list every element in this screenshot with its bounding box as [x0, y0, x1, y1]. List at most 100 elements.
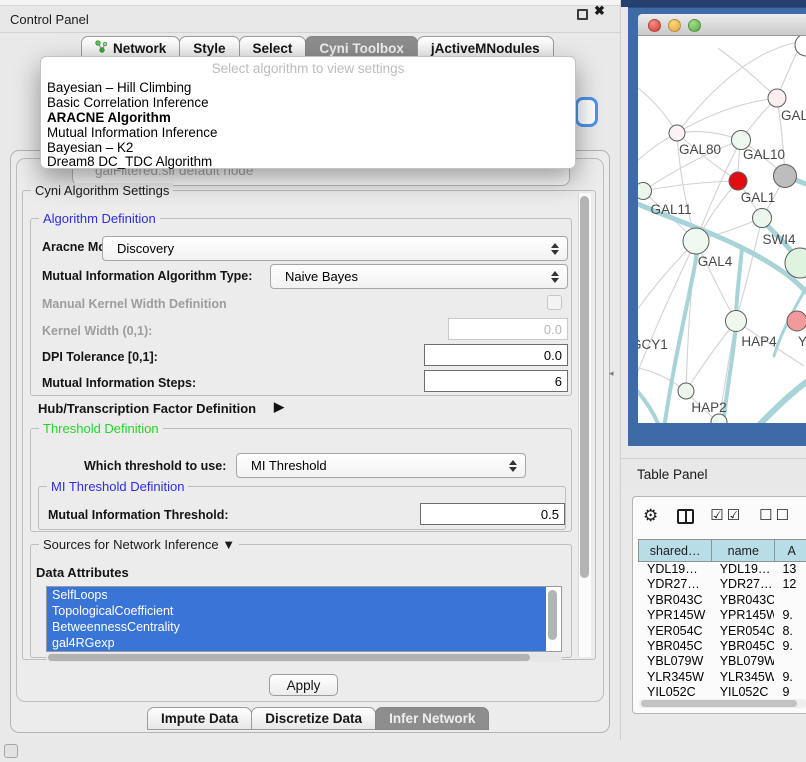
network-node-gal1[interactable]: [753, 209, 772, 228]
network-edge-highlighted[interactable]: [723, 249, 742, 423]
gear-icon[interactable]: ⚙: [643, 503, 661, 529]
table-cell: 9.: [774, 670, 806, 685]
combo-arrows-icon: [509, 454, 517, 477]
mi-steps-label: Mutual Information Steps:: [42, 376, 196, 390]
attributes-vscroll-thumb[interactable]: [548, 590, 557, 640]
settings-scrollbar-thumb[interactable]: [580, 196, 589, 578]
table-cell: 8.: [774, 624, 806, 639]
attribute-item-gal4rgexp[interactable]: gal4RGexp: [47, 635, 546, 651]
attribute-item-topologicalcoefficient[interactable]: TopologicalCoefficient: [47, 603, 546, 619]
which-threshold-label: Which threshold to use:: [84, 459, 226, 473]
table-cell: YER054C: [639, 624, 712, 639]
network-canvas[interactable]: GALGAL80GAL10GAL1GAL11GAL4SWI4HAP4YGCY1H…: [638, 36, 806, 423]
algorithm-option-aracne-algorithm[interactable]: ARACNE Algorithm: [41, 111, 575, 126]
sources-collapse-arrow-icon[interactable]: ▼: [222, 537, 235, 552]
table-panel: ⚙☑☑☐☐ shared…nameA YDL19…YDL19…13YDR27…Y…: [632, 496, 806, 714]
algorithm-dropdown-popup: Select algorithm to view settings Bayesi…: [40, 56, 576, 169]
attribute-item-betweennesscentrality[interactable]: BetweennessCentrality: [47, 619, 546, 635]
table-row[interactable]: YDL19…YDL19…13: [639, 562, 806, 577]
select-all-checkboxes-icon[interactable]: ☑☑: [710, 503, 743, 529]
mi-algorithm-type-value: Naive Bayes: [285, 269, 358, 284]
hub-expand-arrow-icon[interactable]: ▶: [274, 399, 284, 415]
network-node[interactable]: [774, 165, 797, 188]
table-cell: YDL19…: [712, 562, 775, 577]
network-node-gal11[interactable]: [638, 183, 652, 200]
table-row[interactable]: YDR27…YDR27…12: [639, 577, 806, 592]
tab-label: Style: [193, 41, 225, 56]
table-row[interactable]: YBR043CYBR043C: [639, 593, 806, 608]
table-cell: 9.: [774, 639, 806, 654]
network-edge-highlighted[interactable]: [756, 377, 806, 423]
network-node[interactable]: [729, 172, 747, 190]
network-node-gal[interactable]: [768, 89, 786, 107]
table-row[interactable]: YPR145WYPR145W9.: [639, 608, 806, 623]
close-panel-button[interactable]: ✖: [594, 3, 605, 19]
attributes-hscroll-thumb[interactable]: [48, 654, 530, 661]
algorithm-option-basic-correlation-inference[interactable]: Basic Correlation Inference: [41, 96, 575, 111]
restore-panel-button[interactable]: [4, 744, 18, 758]
network-node-hap4[interactable]: [726, 311, 747, 332]
table-row[interactable]: YBR045CYBR045C9.: [639, 639, 806, 654]
network-node-gal80[interactable]: [669, 125, 685, 141]
network-node-y[interactable]: [787, 311, 806, 331]
network-edge[interactable]: [677, 98, 777, 133]
focused-combo-fragment: [575, 97, 598, 127]
network-node-label: HAP4: [741, 334, 777, 349]
column-header-shared[interactable]: shared…: [638, 539, 712, 562]
float-panel-button[interactable]: [577, 9, 588, 20]
algorithm-placeholder: Select algorithm to view settings: [41, 61, 575, 76]
data-attributes-list[interactable]: SelfLoopsTopologicalCoefficientBetweenne…: [46, 586, 562, 652]
column-header-name[interactable]: name: [711, 539, 775, 562]
network-node-hap2[interactable]: [678, 383, 694, 399]
which-threshold-combo[interactable]: MI Threshold: [236, 453, 526, 478]
dpi-tolerance-field[interactable]: 0.0: [424, 344, 568, 366]
table-row[interactable]: YLR345WYLR345W9.: [639, 670, 806, 685]
tab-infer-network[interactable]: Infer Network: [375, 707, 489, 730]
network-edge[interactable]: [638, 80, 677, 133]
network-node-label: GCY1: [638, 337, 668, 352]
kernel-width-field[interactable]: 0.0: [448, 318, 568, 340]
network-edge-highlighted[interactable]: [638, 378, 660, 423]
attribute-item-selfloops[interactable]: SelfLoops: [47, 587, 546, 603]
table-toolbar: ⚙ ☑☑ ☐☐: [643, 503, 806, 529]
network-edge[interactable]: [677, 133, 738, 181]
attributes-hscroll-track[interactable]: [46, 653, 562, 662]
minimize-traffic-light[interactable]: [668, 19, 681, 32]
table-hscroll-thumb[interactable]: [641, 700, 797, 707]
table-hscroll-track[interactable]: [639, 699, 806, 708]
split-columns-icon[interactable]: [677, 509, 694, 524]
apply-button[interactable]: Apply: [269, 674, 338, 696]
table-panel-header: Table Panel: [621, 458, 806, 490]
table-row[interactable]: YBL079WYBL079W: [639, 654, 806, 669]
mi-threshold-field[interactable]: 0.5: [420, 503, 565, 525]
column-header-a[interactable]: A: [774, 539, 806, 562]
algorithm-option-mutual-information-inference[interactable]: Mutual Information Inference: [41, 126, 575, 141]
table-cell: YDL19…: [639, 562, 712, 577]
mi-algorithm-type-combo[interactable]: Naive Bayes: [270, 264, 568, 289]
table-cell: YLR345W: [712, 670, 775, 685]
table-row[interactable]: YER054CYER054C8.: [639, 624, 806, 639]
network-node-label: GAL: [781, 108, 806, 123]
manual-kernel-checkbox[interactable]: [547, 295, 562, 310]
close-traffic-light[interactable]: [648, 19, 661, 32]
table-cell: YLR345W: [639, 670, 712, 685]
table-cell: YDR27…: [712, 577, 775, 592]
mi-steps-field[interactable]: 6: [424, 370, 568, 392]
table-cell: YBR043C: [639, 593, 712, 608]
control-panel-title: Control Panel: [10, 12, 89, 27]
algorithm-definition-legend: Algorithm Definition: [39, 211, 160, 226]
tab-discretize-data[interactable]: Discretize Data: [251, 707, 376, 730]
tab-impute-data[interactable]: Impute Data: [147, 707, 252, 730]
aracne-mode-combo[interactable]: Discovery: [102, 236, 568, 261]
algorithm-option-bayesian-k2[interactable]: Bayesian – K2: [41, 141, 575, 156]
network-edge[interactable]: [718, 48, 777, 98]
deselect-all-checkboxes-icon[interactable]: ☐☐: [759, 503, 792, 529]
zoom-traffic-light[interactable]: [688, 19, 701, 32]
algorithm-option-dream8-dc-tdc-algorithm[interactable]: Dream8 DC_TDC Algorithm: [41, 155, 575, 170]
tab-label: Impute Data: [161, 711, 238, 726]
algorithm-option-bayesian-hill-climbing[interactable]: Bayesian – Hill Climbing: [41, 81, 575, 96]
table-cell: YBR043C: [712, 593, 775, 608]
divider-collapse-arrow[interactable]: ◂: [609, 368, 614, 379]
network-window-titlebar[interactable]: [638, 14, 806, 36]
network-node-gal4[interactable]: [683, 228, 709, 254]
